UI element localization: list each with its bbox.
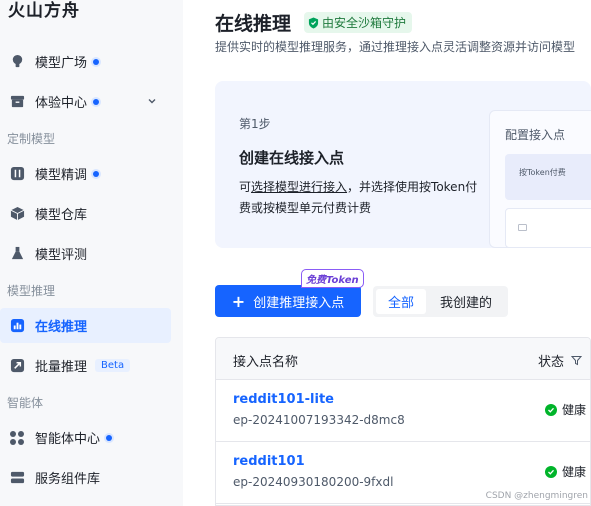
box-icon xyxy=(9,94,25,110)
filter-segment: 全部 我创建的 xyxy=(373,286,508,317)
watermark: CSDN @zhengmingren xyxy=(485,491,588,501)
sidebar-item-model-repo[interactable]: 模型仓库 xyxy=(0,196,171,231)
sidebar: 火山方舟 模型广场 体验中心 定制模型 模型精调 模型仓库 模型评测 模型推理 … xyxy=(0,0,183,506)
sidebar-item-label: 服务组件库 xyxy=(35,472,101,487)
chevron-down-icon[interactable] xyxy=(147,95,157,110)
sandbox-badge: 由安全沙箱守护 xyxy=(304,12,413,33)
flask-icon xyxy=(9,246,25,262)
sidebar-item-batch-inference[interactable]: 批量推理 Beta xyxy=(0,348,171,383)
step-label: 第1步 xyxy=(239,117,271,131)
status-label: 健康 xyxy=(562,465,587,479)
preview-option-token: 按Token付费 xyxy=(505,154,591,200)
guide-card: 第1步 创建在线接入点 可选择模型进行接入，并选择使用按Token付费或按模型单… xyxy=(215,81,591,248)
endpoint-name-link[interactable]: reddit101-lite xyxy=(233,392,334,407)
shield-icon xyxy=(308,17,319,28)
tune-icon xyxy=(9,166,25,182)
brand-logo: 火山方舟 xyxy=(8,1,80,21)
sidebar-item-model-eval[interactable]: 模型评测 xyxy=(0,236,171,271)
beta-badge: Beta xyxy=(95,359,131,372)
sidebar-item-fine-tune[interactable]: 模型精调 xyxy=(0,156,171,191)
code-icon xyxy=(518,224,527,231)
sidebar-item-model-square[interactable]: 模型广场 xyxy=(0,44,171,79)
sidebar-item-agent-center[interactable]: 智能体中心 xyxy=(0,420,171,455)
section-custom-model: 定制模型 xyxy=(7,132,56,146)
filter-mine-tab[interactable]: 我创建的 xyxy=(430,289,502,314)
preview-option-unit xyxy=(505,208,591,248)
sandbox-label: 由安全沙箱守护 xyxy=(322,16,407,30)
new-dot xyxy=(93,58,100,65)
section-agents: 智能体 xyxy=(7,396,44,410)
desc-prefix: 可 xyxy=(239,180,252,194)
page-subtitle: 提供实时的模型推理服务，通过推理接入点灵活调整资源并访问模型 xyxy=(215,40,576,54)
server-icon xyxy=(9,470,25,486)
table-header: 接入点名称 状态 xyxy=(216,338,590,380)
config-preview: 配置接入点 按Token付费 xyxy=(489,110,591,248)
grid-icon xyxy=(9,430,25,446)
sidebar-item-label: 在线推理 xyxy=(35,320,88,335)
bulb-icon xyxy=(9,54,25,70)
status-badge: 健康 xyxy=(545,401,586,418)
table-row: reddit101-lite ep-20241007193342-d8mc8 健… xyxy=(216,380,590,442)
status-header-label: 状态 xyxy=(538,355,565,370)
filter-icon[interactable] xyxy=(571,355,583,366)
new-dot xyxy=(93,98,100,105)
sidebar-item-label: 模型精调 xyxy=(35,168,88,183)
sidebar-item-label: 模型评测 xyxy=(35,248,88,263)
endpoint-table: 接入点名称 状态 reddit101-lite ep-2024100719334… xyxy=(215,337,591,506)
sidebar-item-components[interactable]: 服务组件库 xyxy=(0,460,171,495)
endpoint-name-link[interactable]: reddit101 xyxy=(233,454,305,469)
status-label: 健康 xyxy=(562,403,587,417)
guide-description: 可选择模型进行接入，并选择使用按Token付费或按模型单元付费计费 xyxy=(239,177,489,219)
select-model-link[interactable]: 选择模型进行接入 xyxy=(251,180,347,194)
check-circle-icon xyxy=(545,403,557,416)
check-circle-icon xyxy=(545,465,557,478)
section-model-inference: 模型推理 xyxy=(7,284,56,298)
guide-title: 创建在线接入点 xyxy=(239,149,345,167)
plus-icon: + xyxy=(231,291,246,311)
status-badge: 健康 xyxy=(545,463,586,480)
preview-title: 配置接入点 xyxy=(505,128,566,142)
create-endpoint-button[interactable]: + 创建推理接入点 xyxy=(215,285,361,317)
rocket-icon xyxy=(9,358,25,374)
filter-all-tab[interactable]: 全部 xyxy=(376,289,426,314)
sidebar-item-label: 模型仓库 xyxy=(35,208,88,223)
endpoint-id: ep-20240930180200-9fxdl xyxy=(233,475,394,489)
column-header-status: 状态 xyxy=(538,351,583,370)
free-token-tag: 免费Token xyxy=(301,269,364,288)
sidebar-item-label: 智能体中心 xyxy=(35,432,101,447)
sidebar-item-label: 批量推理 xyxy=(35,360,88,375)
chart-icon xyxy=(9,318,25,334)
column-header-name: 接入点名称 xyxy=(233,355,299,370)
endpoint-id: ep-20241007193342-d8mc8 xyxy=(233,413,405,427)
cube-icon xyxy=(9,206,25,222)
main-content: 在线推理 由安全沙箱守护 提供实时的模型推理服务，通过推理接入点灵活调整资源并访… xyxy=(183,0,591,506)
sidebar-item-label: 体验中心 xyxy=(35,96,88,111)
preview-option-label: 按Token付费 xyxy=(519,168,566,177)
create-endpoint-label: 创建推理接入点 xyxy=(253,295,345,311)
new-dot xyxy=(93,170,100,177)
new-dot xyxy=(106,434,113,441)
page-title: 在线推理 xyxy=(215,13,292,35)
sidebar-item-experience[interactable]: 体验中心 xyxy=(0,84,171,119)
sidebar-item-label: 模型广场 xyxy=(35,56,88,71)
sidebar-item-online-inference[interactable]: 在线推理 xyxy=(0,308,171,343)
